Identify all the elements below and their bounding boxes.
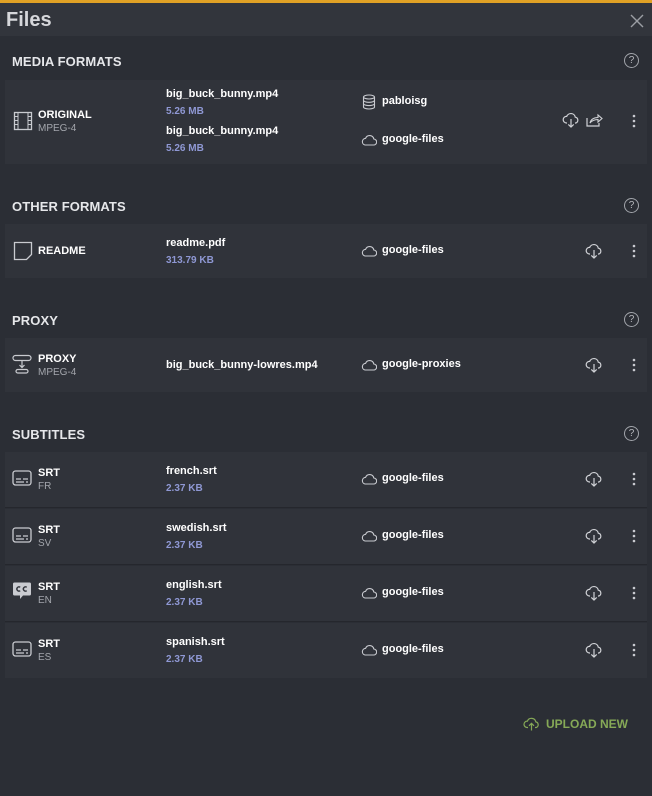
subtitle-row: SRT EN english.srt 2.37 KB google-files [5, 566, 647, 621]
file-name[interactable]: spanish.srt [166, 636, 225, 648]
section-title-other-formats: OTHER FORMATS [12, 199, 126, 214]
section-title-subtitles: SUBTITLES [12, 427, 86, 442]
file-row-readme: README readme.pdf 313.79 KB google-files [5, 224, 647, 278]
format-subtype: MPEG-4 [38, 123, 77, 134]
cloud-download-icon[interactable] [562, 112, 580, 128]
storage-name: google-files [382, 586, 444, 598]
file-size: 2.37 KB [166, 597, 203, 608]
file-name[interactable]: french.srt [166, 465, 217, 477]
cloud-icon [361, 474, 377, 485]
help-icon[interactable]: ? [624, 312, 639, 327]
share-icon[interactable] [585, 112, 603, 128]
format-language: EN [38, 595, 52, 606]
format-language: FR [38, 481, 52, 492]
cloud-download-icon[interactable] [585, 642, 603, 658]
more-options-icon[interactable] [632, 472, 636, 486]
format-subtype: MPEG-4 [38, 367, 77, 378]
cloud-icon [361, 246, 377, 257]
subtitle-icon [12, 641, 32, 657]
file-size: 5.26 MB [166, 143, 204, 154]
format-name: SRT [38, 467, 60, 479]
upload-new-button[interactable]: UPLOAD NEW [523, 715, 628, 733]
row-divider [5, 564, 647, 565]
upload-new-label: UPLOAD NEW [546, 717, 628, 731]
storage-name: google-files [382, 643, 444, 655]
file-size: 2.37 KB [166, 540, 203, 551]
more-options-icon[interactable] [632, 586, 636, 600]
format-language: SV [38, 538, 52, 549]
cloud-icon [361, 588, 377, 599]
cloud-download-icon[interactable] [585, 471, 603, 487]
storage-name: google-files [382, 529, 444, 541]
cloud-download-icon[interactable] [585, 585, 603, 601]
row-divider [5, 507, 647, 508]
file-size: 2.37 KB [166, 654, 203, 665]
file-name[interactable]: english.srt [166, 579, 222, 591]
storage-name: google-files [382, 133, 444, 145]
subtitle-row: SRT ES spanish.srt 2.37 KB google-files [5, 623, 647, 678]
document-icon [13, 241, 33, 261]
storage-name: google-proxies [382, 358, 461, 370]
format-name: ORIGINAL [38, 109, 92, 121]
help-icon[interactable]: ? [624, 198, 639, 213]
subtitle-icon [12, 527, 32, 543]
close-icon[interactable] [630, 14, 644, 28]
more-options-icon[interactable] [632, 529, 636, 543]
cloud-icon [361, 645, 377, 656]
cloud-download-icon[interactable] [585, 528, 603, 544]
more-options-icon[interactable] [632, 358, 636, 372]
file-row-original: ORIGINAL MPEG-4 big_buck_bunny.mp4 5.26 … [5, 80, 647, 164]
cloud-icon [361, 531, 377, 542]
format-name: SRT [38, 524, 60, 536]
format-name: SRT [38, 638, 60, 650]
row-divider [5, 621, 647, 622]
format-name: SRT [38, 581, 60, 593]
file-name[interactable]: swedish.srt [166, 522, 227, 534]
section-title-media-formats: MEDIA FORMATS [12, 54, 122, 69]
file-name[interactable]: big_buck_bunny.mp4 [166, 125, 278, 137]
help-icon[interactable]: ? [624, 426, 639, 441]
cloud-icon [361, 360, 377, 371]
cloud-download-icon[interactable] [585, 243, 603, 259]
cloud-download-icon[interactable] [585, 357, 603, 373]
storage-name: google-files [382, 244, 444, 256]
file-name[interactable]: big_buck_bunny.mp4 [166, 88, 278, 100]
file-size: 313.79 KB [166, 255, 214, 266]
file-row-proxy: PROXY MPEG-4 big_buck_bunny-lowres.mp4 g… [5, 338, 647, 392]
format-name: PROXY [38, 353, 77, 365]
more-options-icon[interactable] [632, 643, 636, 657]
closed-caption-icon [13, 582, 31, 599]
panel-title: Files [6, 9, 52, 31]
section-title-proxy: PROXY [12, 313, 59, 328]
database-icon [362, 94, 376, 110]
format-name: README [38, 245, 86, 257]
cloud-icon [361, 135, 377, 146]
subtitle-row: SRT FR french.srt 2.37 KB google-files [5, 452, 647, 507]
cloud-upload-icon [523, 717, 539, 731]
file-size: 2.37 KB [166, 483, 203, 494]
format-language: ES [38, 652, 52, 663]
panel-header: Files [0, 3, 652, 36]
subtitle-icon [12, 470, 32, 486]
storage-name: pabloisg [382, 95, 428, 107]
help-icon[interactable]: ? [624, 53, 639, 68]
file-name[interactable]: readme.pdf [166, 237, 225, 249]
file-size: 5.26 MB [166, 106, 204, 117]
more-options-icon[interactable] [632, 244, 636, 258]
more-options-icon[interactable] [632, 114, 636, 128]
film-icon [13, 111, 33, 131]
storage-name: google-files [382, 472, 444, 484]
subtitle-row: SRT SV swedish.srt 2.37 KB google-files [5, 509, 647, 564]
proxy-icon [12, 354, 32, 374]
file-name[interactable]: big_buck_bunny-lowres.mp4 [166, 359, 318, 371]
